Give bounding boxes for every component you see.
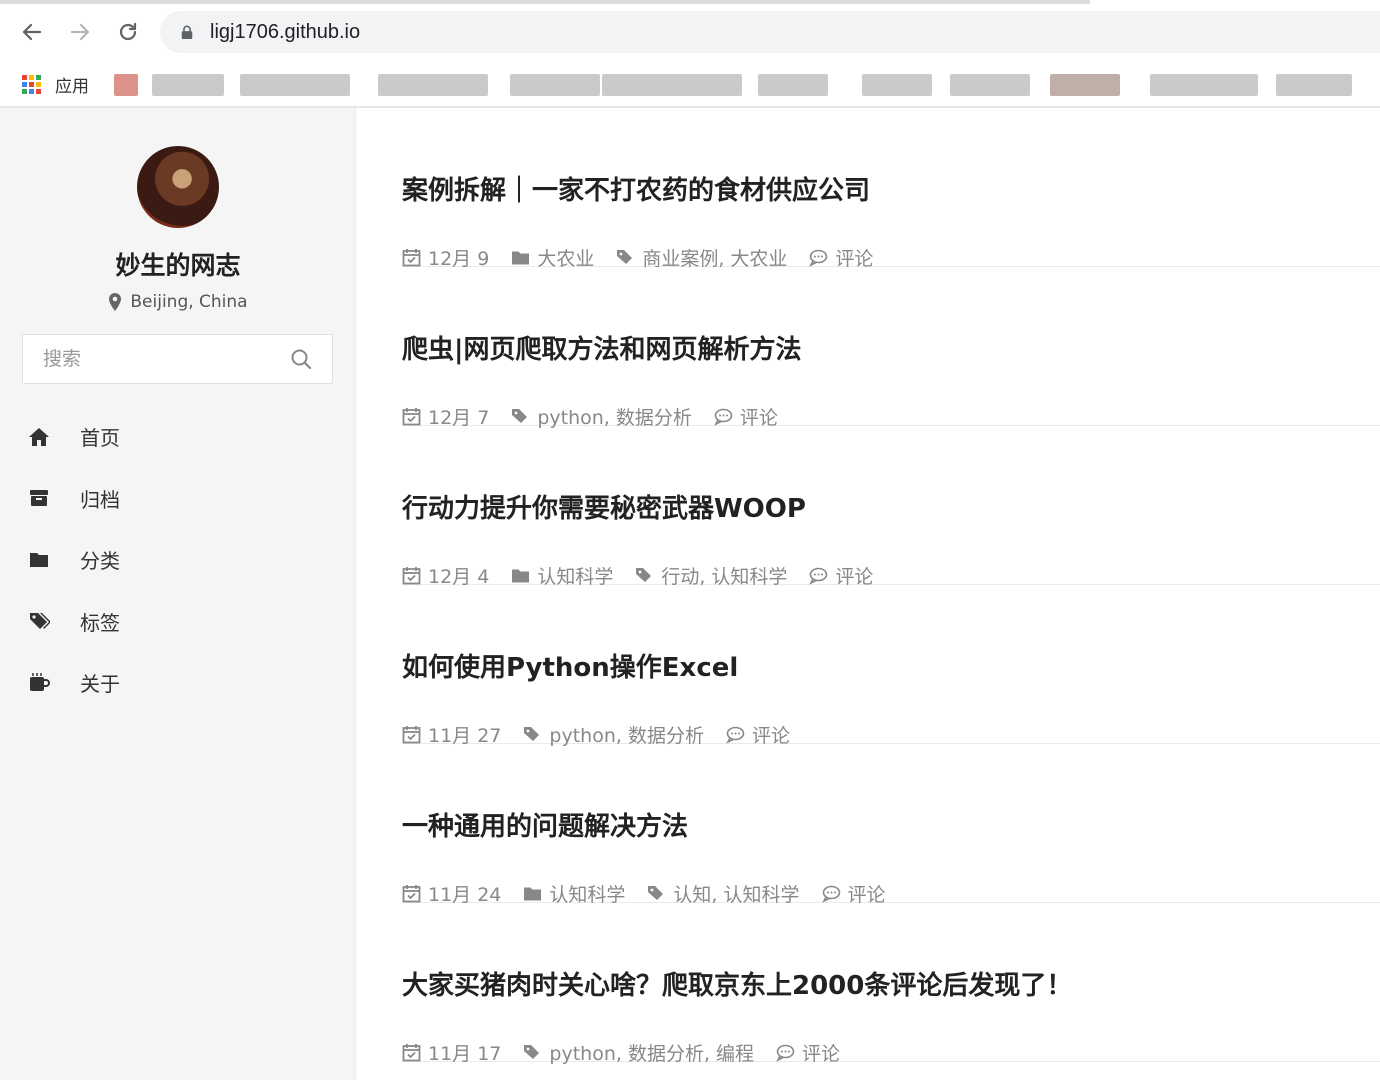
post-tags[interactable]: python, 数据分析, 编程 [523,1039,754,1066]
folder-icon [512,569,530,583]
folder-icon [28,549,50,571]
bookmark-item[interactable] [862,74,932,96]
calendar-check-icon [402,408,421,426]
calendar-check-icon [402,885,421,903]
forward-button[interactable] [64,16,96,48]
comment-icon [714,408,733,426]
bookmark-item[interactable] [510,74,600,96]
post-item: 行动力提升你需要秘密武器WOOP 12月 4 认知科学 行动, 认知科学 评论 [402,426,1380,588]
post-title[interactable]: 爬虫|网页爬取方法和网页解析方法 [402,333,802,367]
bookmark-item[interactable] [1276,74,1352,96]
arrow-right-icon [70,23,90,41]
sidebar-item-label: 分类 [80,549,120,574]
comment-icon [726,726,745,744]
calendar-check-icon [402,1044,421,1062]
comment-icon [809,567,828,585]
sidebar-item-archive[interactable]: 归档 [0,468,356,530]
tags-icon [636,568,652,582]
browser-chrome: ligj1706.github.io 应用 [0,0,1380,108]
sidebar-menu: 首页 归档 分类 标签 关于 [0,406,356,714]
tags-icon [524,727,540,741]
calendar-check-icon [402,726,421,744]
post-title[interactable]: 一种通用的问题解决方法 [402,810,688,844]
bookmark-item[interactable] [950,74,1030,96]
lock-icon [180,24,196,40]
post-title[interactable]: 大家买猪肉时关心啥？爬取京东上2000条评论后发现了！ [402,969,1072,1003]
bookmark-item[interactable] [602,74,742,96]
search-icon[interactable] [290,348,312,370]
reload-button[interactable] [112,16,144,48]
apps-grid-icon [22,75,41,94]
tab-strip [0,0,1090,4]
bookmark-item[interactable] [240,74,350,96]
calendar-check-icon [402,249,421,267]
sidebar: 妙生的网志 Beijing, China 首页 归档 [0,108,356,1080]
reload-icon [119,22,137,41]
post-item: 案例拆解｜一家不打农药的食材供应公司 12月 9 大农业 商业案例, 大农业 评… [402,108,1380,270]
post-item: 大家买猪肉时关心啥？爬取京东上2000条评论后发现了！ 11月 17 pytho… [402,903,1380,1065]
sidebar-item-about[interactable]: 关于 [0,652,356,714]
archive-icon [28,487,50,509]
post-item: 一种通用的问题解决方法 11月 24 认知科学 认知, 认知科学 评论 [402,744,1380,906]
back-button[interactable] [16,16,48,48]
bookmark-item[interactable] [114,74,138,96]
sidebar-item-label: 标签 [80,610,120,635]
search-box[interactable] [22,334,333,384]
coffee-icon [28,672,50,694]
site-title[interactable]: 妙生的网志 [0,246,356,282]
sidebar-item-label: 首页 [80,426,120,451]
address-bar[interactable]: ligj1706.github.io [160,11,1380,53]
bookmarks-bar: 应用 [0,62,1380,106]
post-title[interactable]: 案例拆解｜一家不打农药的食材供应公司 [402,174,870,208]
calendar-check-icon [402,567,421,585]
location-text: Beijing, China [130,292,248,312]
sidebar-item-label: 关于 [80,672,120,697]
avatar[interactable] [137,146,219,228]
bookmark-item[interactable] [1150,74,1258,96]
sidebar-item-tags[interactable]: 标签 [0,591,356,653]
post-meta: 11月 17 python, 数据分析, 编程 评论 [402,1039,862,1066]
bookmark-item[interactable] [152,74,224,96]
url-text[interactable]: ligj1706.github.io [210,21,360,44]
apps-bookmark[interactable]: 应用 [22,72,89,97]
search-input[interactable] [23,335,290,383]
map-marker-icon [109,293,122,311]
tags-icon [524,1045,540,1059]
tags-icon [617,250,633,264]
sidebar-item-home[interactable]: 首页 [0,406,356,468]
bookmark-item[interactable] [1050,74,1120,96]
home-icon [28,426,50,448]
post-title[interactable]: 如何使用Python操作Excel [402,651,738,685]
post-item: 爬虫|网页爬取方法和网页解析方法 12月 7 python, 数据分析 评论 [402,267,1380,429]
tags-icon [28,610,50,632]
sidebar-item-label: 归档 [80,487,120,512]
comment-icon [809,249,828,267]
post-comments-link[interactable]: 评论 [776,1039,840,1066]
location: Beijing, China [0,292,356,312]
post-list: 案例拆解｜一家不打农药的食材供应公司 12月 9 大农业 商业案例, 大农业 评… [402,108,1380,1065]
comment-icon [776,1044,795,1062]
folder-icon [524,887,542,901]
apps-label: 应用 [55,77,89,97]
sidebar-item-categories[interactable]: 分类 [0,529,356,591]
tags-icon [648,886,664,900]
comment-icon [821,885,840,903]
tags-icon [512,409,528,423]
arrow-left-icon [22,23,42,41]
bookmark-item[interactable] [758,74,828,96]
post-item: 如何使用Python操作Excel 11月 27 python, 数据分析 评论 [402,585,1380,747]
folder-icon [512,251,530,265]
bookmark-item[interactable] [378,74,488,96]
post-title[interactable]: 行动力提升你需要秘密武器WOOP [402,492,806,526]
post-date: 11月 17 [402,1039,501,1066]
